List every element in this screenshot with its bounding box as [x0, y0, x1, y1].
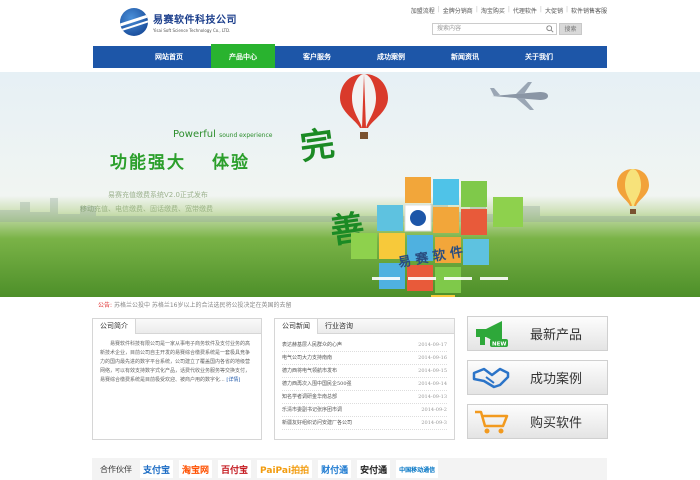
news-item[interactable]: 德力西再次入围中国民企500强 2014-09-14	[282, 378, 447, 391]
buy-software-label: 购买软件	[530, 416, 583, 431]
slide-indicators	[372, 277, 516, 280]
partners-title: 合作伙伴	[100, 464, 132, 474]
banner-faded-line-1: 易赛充值缴费系统V2.0正式发布	[108, 191, 208, 199]
nav-service[interactable]: 客户服务	[285, 46, 349, 68]
megaphone-icon: NEW	[468, 316, 514, 351]
news-item[interactable]: 表达赫基层人民群众的心声 2014-09-17	[282, 339, 447, 352]
airplane	[490, 82, 548, 110]
top-link-agent[interactable]: 代理软件	[513, 6, 537, 15]
success-cases-button[interactable]: 成功案例	[467, 360, 608, 395]
intro-more-link[interactable]: [详情]	[226, 377, 240, 383]
top-link-distributor[interactable]: 金牌分销商	[443, 6, 473, 15]
notice-label: 公告:	[98, 302, 113, 309]
news-item[interactable]: 德力西将电气领航市发布 2014-09-15	[282, 365, 447, 378]
search-placeholder: 搜索内容	[437, 25, 462, 32]
company-name-en: Yisai Soft Science Technology Co., LTD.	[153, 28, 231, 33]
news-item[interactable]: 知名学者调研金华南总部 2014-09-13	[282, 391, 447, 404]
hot-air-balloon-small	[617, 169, 649, 214]
nav-about[interactable]: 关于我们	[507, 46, 571, 68]
globe-logo-icon	[120, 8, 148, 36]
partner-baifubao[interactable]: 百付宝	[218, 460, 252, 478]
partner-anfutong[interactable]: 安付通	[357, 460, 391, 478]
partners-bar: 合作伙伴 支付宝 淘宝网 百付宝 PaiPai拍拍 财付通 安付通 中国移动通信	[92, 458, 607, 480]
partner-alipay[interactable]: 支付宝	[140, 460, 174, 478]
nav-home[interactable]: 网站首页	[137, 46, 201, 68]
top-link-join[interactable]: 加盟流程	[411, 6, 435, 15]
hot-air-balloon-large	[340, 74, 388, 139]
tab-company-news[interactable]: 公司新闻	[275, 319, 318, 334]
main-nav: 网站首页 产品中心 客户服务 成功案例 新闻资讯 关于我们	[93, 44, 607, 68]
top-link-promo[interactable]: 大促销	[545, 6, 563, 15]
latest-products-button[interactable]: NEW 最新产品	[467, 316, 608, 351]
nav-news[interactable]: 新闻资讯	[433, 46, 497, 68]
latest-products-label: 最新产品	[530, 328, 583, 343]
company-name: 易赛软件科技公司	[153, 15, 237, 26]
partner-paipai[interactable]: PaiPai拍拍	[257, 460, 313, 478]
banner-headline: 功能强大 体验	[110, 153, 250, 173]
banner-faded-line-2: 移动充值、电信缴费、固话缴费、宽带缴费	[80, 205, 213, 213]
nav-products[interactable]: 产品中心	[211, 44, 275, 68]
top-link-taobao[interactable]: 淘宝购买	[481, 6, 505, 15]
news-item[interactable]: 新疆友好组织访问安建厂各公司 2014-09-3	[282, 417, 447, 430]
slide-dot[interactable]	[444, 277, 472, 280]
partner-tenpay[interactable]: 财付通	[318, 460, 352, 478]
notice-bar: 公告: 苏格兰公投中 苏格兰16岁以上的合法选民将公投决定在英国的去留	[98, 300, 292, 309]
tab-industry-news[interactable]: 行业咨询	[318, 319, 360, 333]
nav-cases[interactable]: 成功案例	[359, 46, 423, 68]
success-cases-label: 成功案例	[530, 372, 583, 387]
slide-dot[interactable]	[372, 277, 400, 280]
slide-dot[interactable]	[480, 277, 508, 280]
hero-banner[interactable]: Powerful sound experience 功能强大 体验 完 善 易赛充…	[0, 72, 700, 297]
search-icon[interactable]	[546, 25, 554, 33]
news-item[interactable]: 乐清市委副书记张序团市调 2014-09-2	[282, 404, 447, 417]
slide-dot[interactable]	[408, 277, 436, 280]
company-logo[interactable]: 易赛软件科技公司 Yisai Soft Science Technology C…	[120, 8, 237, 36]
company-intro-panel: 公司简介 易赛软件科技有限公司是一家从事电子商务软件及支付业务的高新技术企业，目…	[92, 318, 262, 440]
search-input[interactable]: 搜索内容	[432, 23, 557, 35]
news-item[interactable]: 电气公司大力支持南南 2014-09-16	[282, 352, 447, 365]
buy-software-button[interactable]: 购买软件	[467, 404, 608, 439]
search-button[interactable]: 搜索	[559, 23, 582, 35]
handshake-icon	[468, 360, 514, 395]
banner-char-wan: 完	[297, 123, 338, 169]
top-link-support[interactable]: 软件销售客服	[571, 6, 607, 15]
new-badge: NEW	[492, 341, 506, 347]
news-panel: 公司新闻 行业咨询 表达赫基层人民群众的心声 2014-09-17 电气公司大力支…	[274, 318, 455, 440]
top-bar: 易赛软件科技公司 Yisai Soft Science Technology C…	[0, 0, 700, 45]
banner-powerful: Powerful sound experience	[173, 129, 273, 140]
intro-title: 公司简介	[93, 319, 136, 334]
partner-china-mobile[interactable]: 中国移动通信	[396, 460, 439, 478]
news-list: 表达赫基层人民群众的心声 2014-09-17 电气公司大力支持南南 2014-09…	[275, 334, 454, 435]
partner-taobao[interactable]: 淘宝网	[179, 460, 213, 478]
notice-link[interactable]: 苏格兰公投中 苏格兰16岁以上的合法选民将公投决定在英国的去留	[114, 302, 292, 309]
top-links: 加盟流程 | 金牌分销商 | 淘宝购买 | 代理软件 | 大促销 | 软件销售客服	[410, 6, 607, 15]
cart-icon	[468, 404, 514, 439]
